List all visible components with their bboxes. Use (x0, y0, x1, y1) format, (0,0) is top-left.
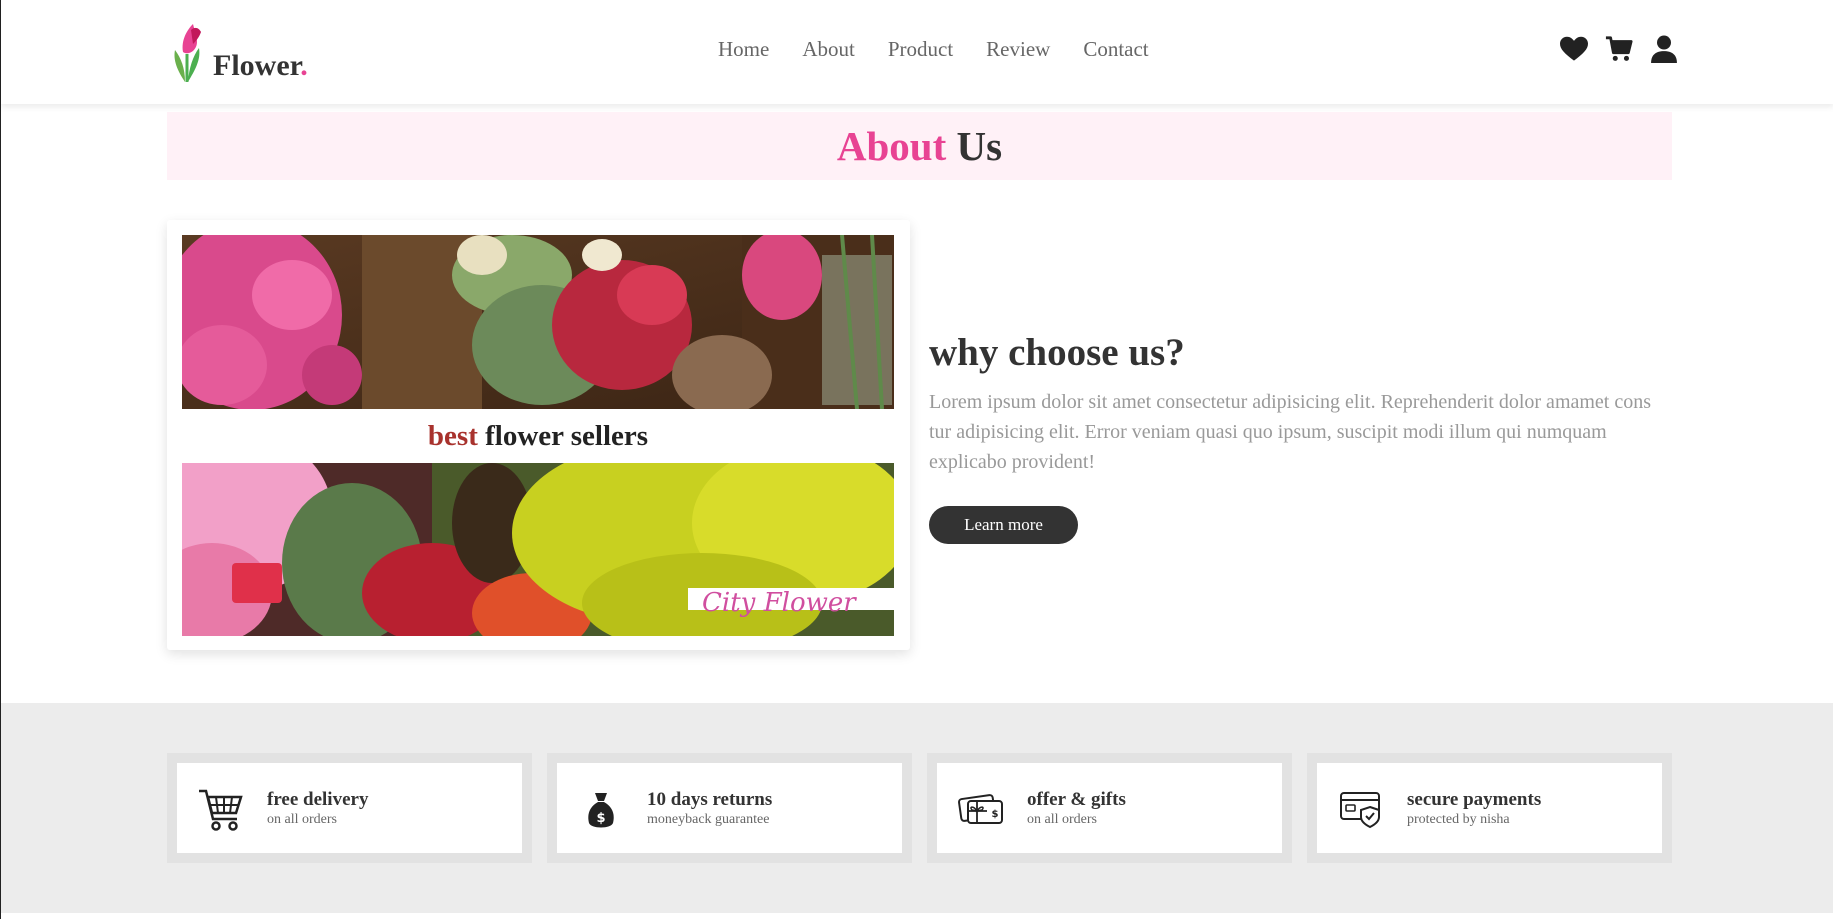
cart-icon[interactable] (1605, 35, 1633, 63)
why-section: why choose us? Lorem ipsum dolor sit ame… (929, 330, 1659, 477)
feature-title: secure payments (1407, 789, 1542, 810)
svg-text:$: $ (596, 811, 605, 826)
feature-card: free delivery on all orders (167, 753, 532, 863)
learn-more-button[interactable]: Learn more (929, 506, 1078, 544)
feature-title: offer & gifts (1027, 789, 1126, 810)
brand-logo[interactable]: Flower. (171, 18, 308, 84)
about-title-accent: About (836, 123, 947, 169)
secure-card-icon (1340, 792, 1380, 829)
brand-dot: . (300, 49, 308, 82)
gift-card-icon: $ (958, 794, 1003, 824)
why-text: Lorem ipsum dolor sit amet consectetur a… (929, 391, 1652, 473)
feature-subtitle: protected by nisha (1407, 812, 1510, 827)
user-icon[interactable] (1650, 35, 1678, 63)
about-heading-banner: About Us (167, 112, 1672, 180)
feature-card: $ 10 days returns moneyback guarantee (547, 753, 912, 863)
main-nav: Home About Product Review Contact (718, 37, 1149, 62)
video-card: best flower sellers City Flower (167, 220, 910, 650)
about-title: About Us (167, 112, 1672, 180)
feature-title: free delivery (267, 789, 369, 810)
feature-subtitle: on all orders (1027, 812, 1097, 827)
nav-about[interactable]: About (802, 37, 855, 62)
feature-card: secure payments protected by nisha (1307, 753, 1672, 863)
flower-shop-image-top (182, 235, 894, 409)
svg-text:$: $ (992, 809, 999, 820)
header-icons (1560, 35, 1678, 63)
video-title-rest: flower sellers (485, 420, 649, 452)
tulip-icon (174, 24, 201, 82)
about-title-rest: Us (956, 123, 1003, 169)
feature-subtitle: on all orders (267, 812, 337, 827)
money-bag-icon: $ (588, 793, 614, 828)
site-header: Flower. Home About Product Review Contac… (1, 0, 1833, 104)
video-title: best flower sellers (182, 420, 894, 453)
why-title: why choose us? (929, 331, 1185, 374)
nav-home[interactable]: Home (718, 37, 769, 62)
nav-review[interactable]: Review (986, 37, 1050, 62)
nav-contact[interactable]: Contact (1083, 37, 1148, 62)
shopping-cart-icon (199, 789, 243, 831)
feature-card: $ offer & gifts on all orders (927, 753, 1292, 863)
feature-subtitle: moneyback guarantee (647, 812, 770, 827)
video-title-accent: best (427, 420, 478, 452)
about-video[interactable]: best flower sellers City Flower (182, 235, 894, 636)
feature-title: 10 days returns (647, 789, 773, 810)
brand-name: Flower (213, 49, 301, 82)
video-watermark: City Flower (702, 588, 856, 618)
features-section: free delivery on all orders $ 10 days re… (1, 703, 1833, 913)
nav-product[interactable]: Product (888, 37, 953, 62)
heart-icon[interactable] (1560, 35, 1588, 63)
